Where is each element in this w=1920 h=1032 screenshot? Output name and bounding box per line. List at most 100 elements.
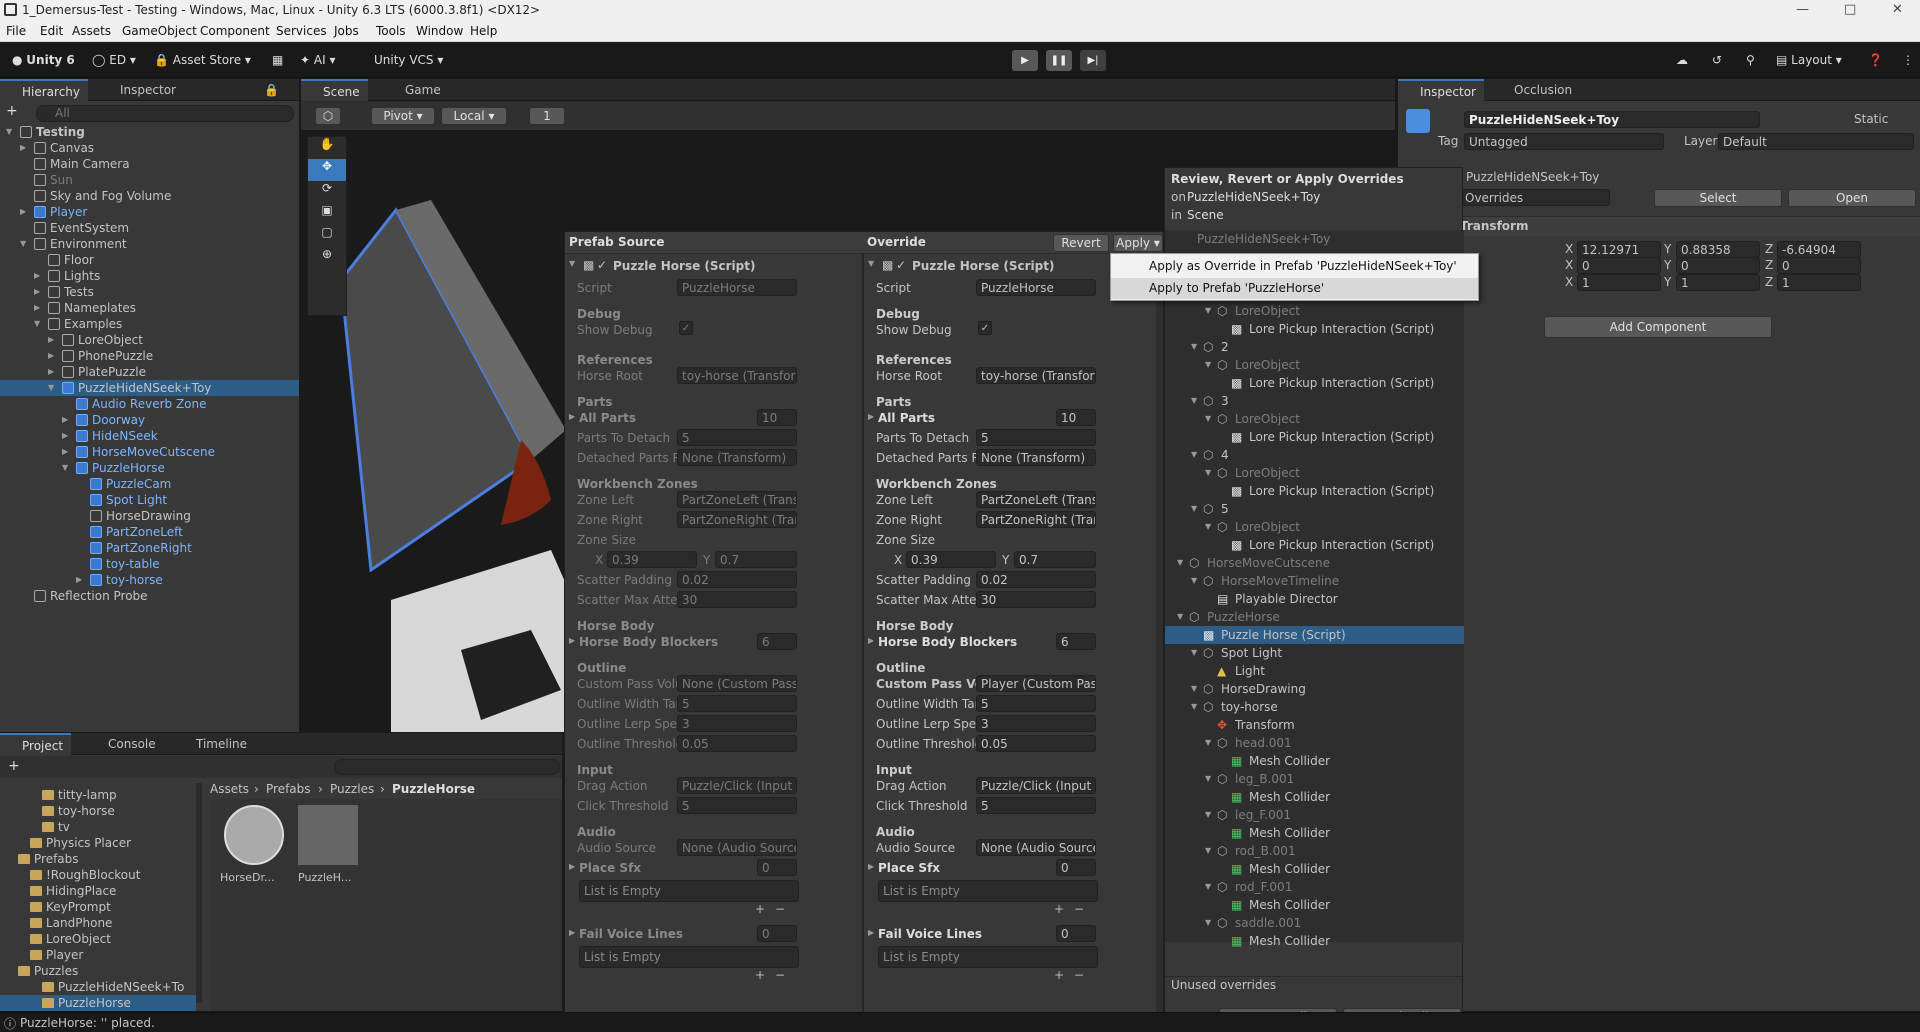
override-tree-item[interactable]: ▤ Playable Director [1165, 590, 1464, 608]
tab-timeline[interactable]: Timeline [174, 733, 255, 755]
override-tree-item[interactable]: ▦ Mesh Collider [1165, 752, 1464, 770]
project-folder-item[interactable]: Puzzles [0, 963, 196, 979]
add-icon[interactable]: + [6, 103, 18, 119]
tab-scene[interactable]: Scene [301, 79, 368, 101]
unity-account-button[interactable]: ● Unity 6 [6, 50, 81, 71]
expanded-arrow-icon[interactable]: ▼ [868, 259, 874, 268]
override-tree-item[interactable]: ▲ Light [1165, 662, 1464, 680]
project-folder-item[interactable]: toy-horse [0, 803, 196, 819]
expanded-arrow-icon[interactable]: ▼ [1205, 914, 1211, 932]
list-header[interactable]: All Parts [878, 410, 935, 426]
collapsed-arrow-icon[interactable]: ▶ [569, 412, 575, 421]
hierarchy-item[interactable]: PuzzleCam [0, 476, 299, 492]
expanded-arrow-icon[interactable]: ▼ [34, 316, 40, 332]
override-tree-item[interactable]: ▩ Puzzle Horse (Script) [1165, 626, 1464, 644]
list-remove-icon[interactable]: − [1074, 902, 1084, 916]
apply-button[interactable]: Apply ▾ [1113, 234, 1163, 252]
create-icon[interactable]: + [8, 758, 20, 774]
list-header[interactable]: Horse Body Blockers [579, 634, 718, 650]
override-tree-item[interactable]: ▦ Mesh Collider [1165, 932, 1464, 950]
collapsed-arrow-icon[interactable]: ▶ [569, 862, 575, 871]
collapsed-arrow-icon[interactable]: ▶ [20, 204, 26, 220]
comparison-scrollbar[interactable] [1156, 254, 1163, 1031]
component-enabled-checkbox[interactable]: ✓ [896, 258, 906, 272]
override-tree-item[interactable]: ▦ Mesh Collider [1165, 860, 1464, 878]
outline-threshold-field[interactable]: 0.05 [976, 735, 1096, 752]
outline-lerp-speed-field[interactable]: 3 [976, 715, 1096, 732]
override-tree-item[interactable]: ▩ Lore Pickup Interaction (Script) [1165, 482, 1464, 500]
asset-store-button[interactable]: 🔒 Asset Store ▾ [148, 50, 257, 71]
tab-console[interactable]: Console [86, 733, 164, 755]
expanded-arrow-icon[interactable]: ▼ [6, 124, 12, 140]
grid-snap-field[interactable]: 1 [529, 107, 565, 125]
list-add-icon[interactable]: + [1054, 968, 1064, 982]
menu-file[interactable]: File [6, 24, 26, 38]
search-icon[interactable]: ⚲ [1740, 50, 1761, 71]
project-scrollbar[interactable] [196, 783, 202, 1003]
project-folder-item[interactable]: PuzzleHorse [0, 995, 196, 1011]
apply-as-override-item[interactable]: Apply as Override in Prefab 'PuzzleHideN… [1111, 256, 1478, 277]
hierarchy-item[interactable]: ▼ Examples [0, 316, 299, 332]
expanded-arrow-icon[interactable]: ▼ [1205, 410, 1211, 428]
hierarchy-item[interactable]: Sky and Fog Volume [0, 188, 299, 204]
local-dropdown[interactable]: Local ▾ [441, 107, 507, 125]
override-tree-item[interactable]: ▼ ⬡ leg_F.001 [1165, 806, 1464, 824]
expanded-arrow-icon[interactable]: ▼ [1191, 338, 1197, 356]
hierarchy-item[interactable]: ▼ Environment [0, 236, 299, 252]
expanded-arrow-icon[interactable]: ▼ [20, 236, 26, 252]
collapsed-arrow-icon[interactable]: ▶ [62, 444, 68, 460]
hierarchy-item[interactable]: ▶ Player [0, 204, 299, 220]
horse-root-field[interactable]: toy-horse (Transform [976, 367, 1096, 384]
tab-inspector-left[interactable]: Inspector [98, 79, 184, 101]
list-header[interactable]: Place Sfx [579, 860, 641, 876]
hierarchy-item[interactable]: PartZoneLeft [0, 524, 299, 540]
layout-dropdown[interactable]: ▤ Layout ▾ [1770, 50, 1848, 71]
tab-hierarchy[interactable]: Hierarchy [0, 79, 89, 101]
collapsed-arrow-icon[interactable]: ▶ [34, 284, 40, 300]
expanded-arrow-icon[interactable]: ▼ [1191, 698, 1197, 716]
transform-header[interactable]: Transform [1398, 216, 1920, 236]
project-folder-item[interactable]: Prefabs [0, 851, 196, 867]
collapsed-arrow-icon[interactable]: ▶ [34, 300, 40, 316]
parts-to-detach-field[interactable]: 5 [976, 429, 1096, 446]
override-tree-item[interactable]: ▼ ⬡ leg_B.001 [1165, 770, 1464, 788]
project-folder-item[interactable]: titty-lamp [0, 787, 196, 803]
override-tree-item[interactable]: ▼ ⬡ HorseMoveTimeline [1165, 572, 1464, 590]
move-tool-icon[interactable]: ✥ [308, 159, 346, 181]
expanded-arrow-icon[interactable]: ▼ [1191, 392, 1197, 410]
vcs-button[interactable]: Unity VCS ▾ [368, 50, 449, 71]
expanded-arrow-icon[interactable]: ▼ [1205, 302, 1211, 320]
expanded-arrow-icon[interactable]: ▼ [1205, 356, 1211, 374]
collapsed-arrow-icon[interactable]: ▶ [48, 364, 54, 380]
account-dropdown[interactable]: ◯ ED ▾ [86, 50, 142, 71]
hierarchy-item[interactable]: ▼ Testing [0, 124, 299, 140]
expanded-arrow-icon[interactable]: ▼ [48, 380, 54, 396]
transform-scale-y-field[interactable]: 1 [1676, 274, 1760, 291]
override-tree-item[interactable]: ▦ Mesh Collider [1165, 824, 1464, 842]
override-tree-item[interactable]: ▼ ⬡ HorseDrawing [1165, 680, 1464, 698]
transform-rot-z-field[interactable]: 0 [1777, 257, 1861, 274]
expanded-arrow-icon[interactable]: ▼ [1177, 608, 1183, 626]
collapsed-arrow-icon[interactable]: ▶ [76, 572, 82, 588]
expanded-arrow-icon[interactable]: ▼ [1205, 734, 1211, 752]
override-tree-item[interactable]: ▩ Lore Pickup Interaction (Script) [1165, 374, 1464, 392]
override-tree-item[interactable]: ▼ ⬡ 5 [1165, 500, 1464, 518]
project-folder-item[interactable]: !RoughBlockout [0, 867, 196, 883]
hierarchy-item[interactable]: ▶ Doorway [0, 412, 299, 428]
override-tree-item[interactable]: ▼ ⬡ rod_F.001 [1165, 878, 1464, 896]
scatter-max-attempts-field[interactable]: 30 [976, 591, 1096, 608]
list-header[interactable]: Horse Body Blockers [878, 634, 1017, 650]
tab-project[interactable]: Project [0, 733, 72, 755]
breadcrumb-puzzles[interactable]: Puzzles [330, 782, 374, 796]
detached-parts-root-field[interactable]: None (Transform) [976, 449, 1096, 466]
apply-to-prefab-item[interactable]: Apply to Prefab 'PuzzleHorse' [1111, 278, 1478, 299]
override-tree-item[interactable]: ▼ ⬡ PuzzleHorse [1165, 608, 1464, 626]
hierarchy-item[interactable]: ▶ Tests [0, 284, 299, 300]
hierarchy-item[interactable]: Sun [0, 172, 299, 188]
zone-size-y-field[interactable]: 0.7 [1014, 551, 1096, 568]
breadcrumb-assets[interactable]: Assets [210, 782, 249, 796]
menu-component[interactable]: Component [200, 24, 270, 38]
list-header[interactable]: Fail Voice Lines [878, 926, 982, 942]
maximize-icon[interactable]: □ [1844, 2, 1856, 17]
asset-thumbnail-horsedrawing[interactable] [224, 805, 284, 865]
